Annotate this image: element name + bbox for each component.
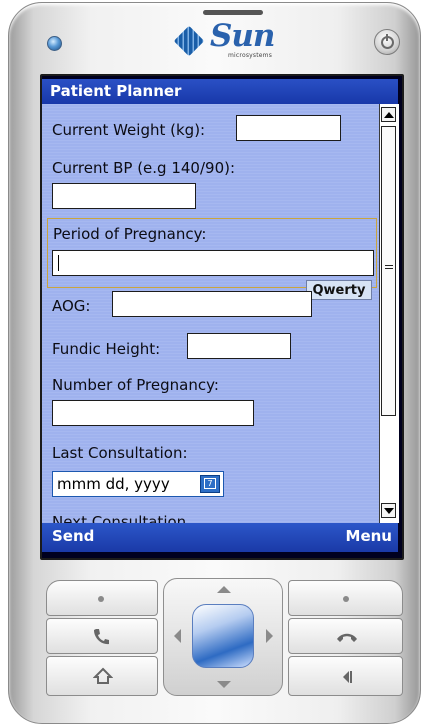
pregnancy-period-label: Period of Pregnancy: <box>53 225 207 243</box>
nav-down-icon[interactable] <box>217 681 231 688</box>
current-weight-field[interactable] <box>236 115 341 141</box>
last-consultation-date-field[interactable]: mmm dd, yyyy 7 <box>52 471 224 497</box>
sun-logo: Sun microsystems <box>172 18 282 64</box>
pregnancy-period-group: Period of Pregnancy: <box>47 218 377 288</box>
pregnancy-count-label: Number of Pregnancy: <box>52 376 219 394</box>
back-button[interactable] <box>288 656 403 696</box>
pregnancy-count-field[interactable] <box>52 400 254 426</box>
scroll-down-button[interactable] <box>381 503 396 518</box>
last-consultation-label: Last Consultation: <box>52 444 188 462</box>
nav-left-icon[interactable] <box>174 629 181 643</box>
left-soft-button[interactable] <box>46 580 158 616</box>
aog-field[interactable] <box>112 291 312 317</box>
send-softkey[interactable]: Send <box>52 527 94 545</box>
right-soft-button[interactable] <box>288 580 403 616</box>
current-bp-label: Current BP (e.g 140/90): <box>52 159 236 177</box>
nav-up-icon[interactable] <box>217 586 231 593</box>
arrow-down-icon <box>384 508 394 514</box>
form-content: Current Weight (kg): Current BP (e.g 140… <box>42 104 379 523</box>
back-icon <box>343 671 352 683</box>
current-weight-label: Current Weight (kg): <box>52 121 206 139</box>
navigation-pad[interactable] <box>163 578 283 696</box>
calendar-button[interactable]: 7 <box>200 475 220 493</box>
dot-icon <box>343 596 349 602</box>
vertical-scrollbar[interactable] <box>379 104 399 523</box>
softkey-bar: Send Menu <box>42 523 398 552</box>
scrollbar-thumb[interactable] <box>381 126 396 416</box>
next-consultation-label: Next Consultation <box>52 513 187 523</box>
power-button[interactable] <box>374 29 400 55</box>
text-caret <box>58 255 59 271</box>
pregnancy-period-field[interactable] <box>52 250 374 276</box>
speaker-slot <box>203 10 263 15</box>
app-title: Patient Planner <box>50 82 182 100</box>
aog-label: AOG: <box>52 297 91 315</box>
end-call-icon <box>337 633 357 642</box>
call-button[interactable] <box>46 618 158 654</box>
fundic-height-label: Fundic Height: <box>52 340 161 358</box>
menu-softkey[interactable]: Menu <box>346 527 392 545</box>
fundic-height-field[interactable] <box>187 333 291 359</box>
dot-icon <box>98 596 104 602</box>
last-consultation-date-value: mmm dd, yyyy <box>57 475 170 493</box>
sun-logo-mark <box>173 25 205 57</box>
home-button[interactable] <box>46 656 158 696</box>
select-button[interactable] <box>192 604 254 668</box>
nav-right-icon[interactable] <box>266 629 273 643</box>
grip-icon <box>385 265 393 271</box>
end-call-button[interactable] <box>288 618 403 654</box>
scroll-up-button[interactable] <box>381 107 396 122</box>
current-bp-field[interactable] <box>52 183 196 209</box>
sun-logo-subtext: microsystems <box>228 52 273 59</box>
power-icon <box>381 34 394 49</box>
home-icon <box>93 667 113 684</box>
sun-logo-text: Sun <box>210 18 275 54</box>
call-icon <box>94 629 109 645</box>
calendar-icon: 7 <box>204 478 216 489</box>
app-title-bar: Patient Planner <box>42 79 398 104</box>
input-mode-indicator: Qwerty <box>306 280 372 300</box>
front-sensor <box>47 36 62 51</box>
arrow-up-icon <box>384 112 394 118</box>
